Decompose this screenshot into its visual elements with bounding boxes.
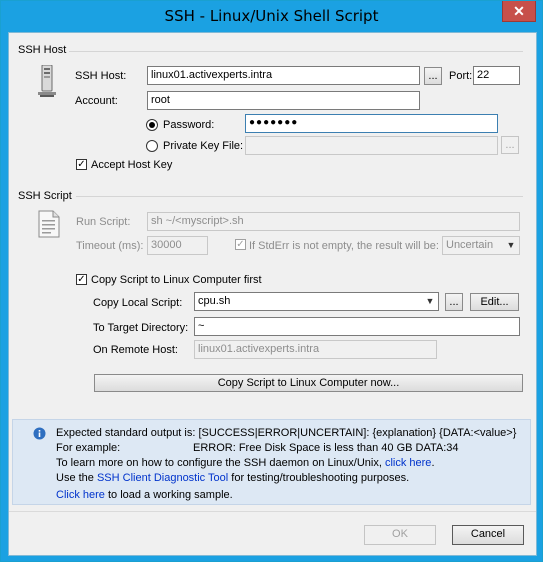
- radio-selected-dot: [149, 122, 155, 128]
- port-label: Port:: [449, 70, 473, 82]
- cancel-button[interactable]: Cancel: [452, 525, 524, 545]
- ssh-host-group-label: SSH Host: [18, 44, 67, 56]
- ssh-host-input[interactable]: linux01.activexperts.intra: [147, 66, 420, 85]
- ok-button[interactable]: OK: [364, 525, 436, 545]
- load-sample-link[interactable]: Click here: [56, 489, 105, 501]
- copy-script-label: Copy Script to Linux Computer first: [91, 274, 262, 286]
- divider: [9, 511, 536, 512]
- host-browse-button[interactable]: ...: [424, 67, 442, 85]
- divider: [69, 51, 523, 52]
- private-key-browse-button[interactable]: ...: [501, 136, 519, 154]
- account-input[interactable]: root: [147, 91, 420, 110]
- target-directory-label: To Target Directory:: [93, 322, 189, 334]
- edit-button[interactable]: Edit...: [470, 293, 519, 311]
- timeout-label: Timeout (ms):: [76, 240, 144, 252]
- ssh-daemon-help-link[interactable]: click here: [385, 457, 431, 469]
- info-expected-output: Expected standard output is: [SUCCESS|ER…: [56, 427, 517, 439]
- timeout-input[interactable]: 30000: [147, 236, 208, 255]
- private-key-label: Private Key File:: [163, 140, 244, 152]
- dialog-client-area: SSH Host SSH Host: linux01.activexperts.…: [8, 32, 537, 556]
- info-icon: [33, 427, 46, 440]
- accept-host-key-checkbox[interactable]: ✓: [76, 159, 87, 170]
- ssh-host-label: SSH Host:: [75, 70, 127, 82]
- private-key-radio[interactable]: [146, 140, 158, 152]
- remote-host-label: On Remote Host:: [93, 344, 178, 356]
- ssh-diagnostic-tool-link[interactable]: SSH Client Diagnostic Tool: [97, 472, 228, 484]
- local-script-browse-button[interactable]: ...: [445, 293, 463, 311]
- copy-local-script-select[interactable]: cpu.sh ▼: [194, 292, 439, 311]
- target-directory-input[interactable]: ~: [194, 317, 520, 336]
- divider: [76, 196, 523, 197]
- close-button[interactable]: ✕: [502, 1, 536, 22]
- copy-script-now-button[interactable]: Copy Script to Linux Computer now...: [94, 374, 523, 392]
- password-label: Password:: [163, 119, 215, 131]
- stderr-checkbox[interactable]: ✓: [235, 239, 246, 250]
- stderr-label: If StdErr is not empty, the result will …: [249, 240, 439, 252]
- private-key-input[interactable]: [245, 136, 498, 155]
- dialog-window: SSH - Linux/Unix Shell Script ✕ SSH Host…: [0, 0, 543, 562]
- copy-script-checkbox[interactable]: ✓: [76, 274, 87, 285]
- script-file-icon: [38, 210, 60, 238]
- remote-host-input: linux01.activexperts.intra: [194, 340, 437, 359]
- account-label: Account:: [75, 95, 118, 107]
- port-input[interactable]: 22: [473, 66, 520, 85]
- info-ssh-daemon-suffix: .: [431, 457, 435, 469]
- info-example-value: ERROR: Free Disk Space is less than 40 G…: [193, 442, 459, 454]
- info-diagnostic-prefix: Use the: [56, 472, 97, 484]
- stderr-result-value: Uncertain: [446, 239, 494, 251]
- info-panel: Expected standard output is: [SUCCESS|ER…: [12, 419, 531, 505]
- server-icon: [38, 64, 56, 99]
- info-ssh-daemon-text: To learn more on how to configure the SS…: [56, 457, 435, 469]
- stderr-result-select[interactable]: Uncertain ▼: [442, 236, 520, 255]
- chevron-down-icon: ▼: [506, 240, 516, 250]
- run-script-label: Run Script:: [76, 216, 131, 228]
- run-script-input[interactable]: sh ~/<myscript>.sh: [147, 212, 520, 231]
- chevron-down-icon: ▼: [425, 296, 435, 306]
- info-diagnostic-suffix: for testing/troubleshooting purposes.: [228, 472, 410, 484]
- info-diagnostic-text: Use the SSH Client Diagnostic Tool for t…: [56, 472, 409, 484]
- password-radio[interactable]: [146, 119, 158, 131]
- ssh-script-group-label: SSH Script: [18, 190, 72, 202]
- password-input[interactable]: ●●●●●●●: [245, 114, 498, 133]
- info-example-label: For example:: [56, 442, 121, 454]
- info-sample-suffix: to load a working sample.: [104, 489, 233, 501]
- title-bar[interactable]: SSH - Linux/Unix Shell Script ✕: [1, 1, 542, 32]
- copy-local-script-label: Copy Local Script:: [93, 297, 183, 309]
- accept-host-key-label: Accept Host Key: [91, 159, 173, 171]
- info-sample-text: Click here to load a working sample.: [56, 489, 233, 501]
- info-ssh-daemon-prefix: To learn more on how to configure the SS…: [56, 457, 385, 469]
- copy-local-script-value: cpu.sh: [198, 295, 231, 307]
- window-title: SSH - Linux/Unix Shell Script: [164, 7, 379, 25]
